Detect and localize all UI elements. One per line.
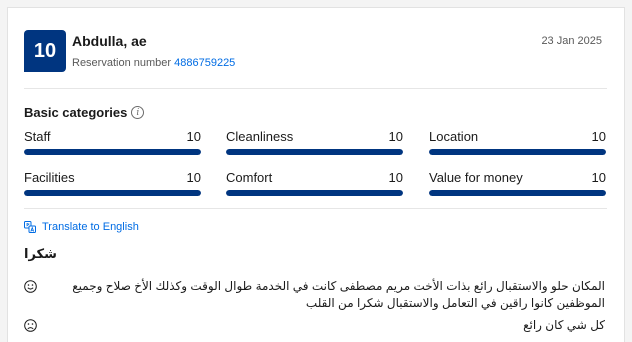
categories-divider (24, 208, 607, 209)
category-cleanliness: Cleanliness 10 (226, 129, 403, 155)
translate-label[interactable]: Translate to English (42, 221, 139, 233)
category-score: 10 (186, 129, 201, 144)
page-background: 10 Abdulla, ae Reservation number 488675… (0, 0, 632, 342)
category-label: Staff (24, 129, 51, 144)
info-icon[interactable]: i (131, 106, 145, 119)
category-bar (226, 149, 403, 155)
category-score: 10 (186, 170, 201, 185)
category-bar-fill (24, 190, 201, 196)
review-title: شكرا (24, 246, 57, 261)
smiley-happy-icon (24, 280, 37, 293)
reservation-info: Reservation number 4886759225 (72, 57, 235, 69)
category-value-for-money: Value for money 10 (429, 170, 606, 196)
category-score: 10 (388, 129, 403, 144)
category-bar-fill (429, 190, 606, 196)
category-score: 10 (591, 170, 606, 185)
reservation-label: Reservation number (72, 57, 172, 69)
negative-review-text: كل شي كان رائع (523, 318, 605, 332)
category-label: Location (429, 129, 479, 144)
category-bar (24, 149, 201, 155)
category-label: Cleanliness (226, 129, 294, 144)
review-score-badge: 10 (24, 30, 66, 72)
categories-title: Basic categories (24, 105, 128, 120)
category-bar (429, 190, 606, 196)
header-divider (24, 88, 607, 89)
review-card: 10 Abdulla, ae Reservation number 488675… (7, 7, 625, 342)
category-staff: Staff 10 (24, 129, 201, 155)
categories-heading: Basic categories i (24, 105, 145, 120)
category-bar-fill (226, 190, 403, 196)
category-facilities: Facilities 10 (24, 170, 201, 196)
positive-review-text: المكان حلو والاستقبال رائع بذات الأخت مر… (72, 279, 605, 310)
positive-review: المكان حلو والاستقبال رائع بذات الأخت مر… (24, 278, 605, 312)
category-comfort: Comfort 10 (226, 170, 403, 196)
translate-icon (24, 221, 36, 233)
category-bar-fill (24, 149, 201, 155)
category-bar (226, 190, 403, 196)
category-score: 10 (388, 170, 403, 185)
category-bar-fill (429, 149, 606, 155)
category-bar (429, 149, 606, 155)
category-score: 10 (591, 129, 606, 144)
category-label: Value for money (429, 170, 523, 185)
reservation-number-link[interactable]: 4886759225 (174, 57, 235, 69)
category-label: Comfort (226, 170, 273, 185)
negative-review: كل شي كان رائع (24, 317, 605, 334)
category-label: Facilities (24, 170, 75, 185)
smiley-sad-icon (24, 319, 37, 332)
category-bar-fill (226, 149, 403, 155)
category-location: Location 10 (429, 129, 606, 155)
category-bar (24, 190, 201, 196)
reviewer-name: Abdulla, ae (72, 33, 147, 49)
translate-link[interactable]: Translate to English (24, 221, 139, 233)
review-date: 23 Jan 2025 (541, 35, 602, 47)
